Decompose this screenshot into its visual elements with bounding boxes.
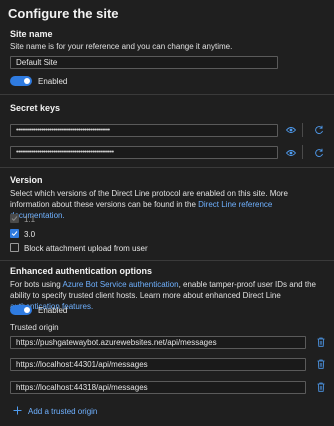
version-1-1-checkbox bbox=[10, 214, 19, 223]
enhanced-auth-text-1: For bots using bbox=[10, 280, 63, 289]
version-description: Select which versions of the Direct Line… bbox=[10, 188, 324, 221]
key-1-separator bbox=[302, 123, 303, 137]
enhanced-auth-toggle-label: Enabled bbox=[38, 306, 68, 315]
azure-bot-auth-link[interactable]: Azure Bot Service authentication bbox=[62, 280, 178, 289]
delete-origin-3-trash-icon[interactable] bbox=[315, 381, 327, 393]
site-enabled-label: Enabled bbox=[38, 77, 68, 86]
secret-key-2-field[interactable]: ••••••••••••••••••••••••••••••••••••••••… bbox=[10, 146, 278, 159]
version-heading: Version bbox=[10, 175, 43, 185]
show-key-2-eye-icon[interactable] bbox=[285, 147, 297, 159]
version-3-0-checkbox[interactable] bbox=[10, 229, 19, 238]
add-trusted-origin-button[interactable]: Add a trusted origin bbox=[13, 406, 97, 417]
regenerate-key-2-icon[interactable] bbox=[313, 147, 325, 159]
trusted-origin-input-2[interactable]: https://localhost:44301/api/messages bbox=[10, 358, 306, 371]
divider bbox=[0, 94, 334, 95]
site-name-heading: Site name bbox=[10, 29, 53, 39]
trusted-origin-input-3[interactable]: https://localhost:44318/api/messages bbox=[10, 381, 306, 394]
site-name-input[interactable]: Default Site bbox=[10, 56, 278, 69]
delete-origin-2-trash-icon[interactable] bbox=[315, 358, 327, 370]
divider bbox=[0, 167, 334, 168]
add-trusted-origin-label: Add a trusted origin bbox=[28, 407, 98, 416]
enhanced-auth-heading: Enhanced authentication options bbox=[10, 266, 153, 276]
regenerate-key-1-icon[interactable] bbox=[313, 124, 325, 136]
trusted-origin-input-1[interactable]: https://pushgatewaybot.azurewebsites.net… bbox=[10, 336, 306, 349]
show-key-1-eye-icon[interactable] bbox=[285, 124, 297, 136]
divider bbox=[0, 260, 334, 261]
secret-keys-heading: Secret keys bbox=[10, 103, 61, 113]
plus-icon bbox=[13, 406, 22, 417]
version-1-1-label: 1.1 bbox=[24, 215, 36, 224]
version-3-0-label: 3.0 bbox=[24, 230, 36, 239]
key-2-separator bbox=[302, 145, 303, 159]
secret-key-1-field[interactable]: ••••••••••••••••••••••••••••••••••••••••… bbox=[10, 124, 278, 137]
site-name-description: Site name is for your reference and you … bbox=[10, 42, 233, 51]
block-attachment-checkbox[interactable] bbox=[10, 243, 19, 252]
configure-site-panel: Configure the site Site name Site name i… bbox=[0, 0, 334, 426]
block-attachment-label: Block attachment upload from user bbox=[24, 244, 148, 253]
page-title: Configure the site bbox=[8, 6, 119, 21]
trusted-origin-label: Trusted origin bbox=[10, 323, 59, 332]
delete-origin-1-trash-icon[interactable] bbox=[315, 336, 327, 348]
enhanced-auth-toggle[interactable] bbox=[10, 305, 32, 315]
site-enabled-toggle[interactable] bbox=[10, 76, 32, 86]
